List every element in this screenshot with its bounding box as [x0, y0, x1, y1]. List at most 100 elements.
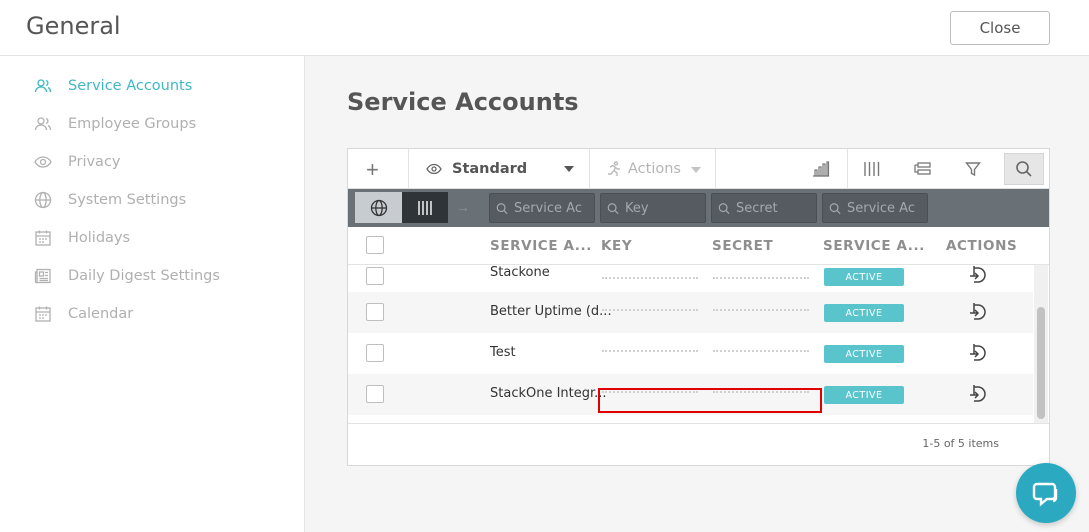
sidebar-item-holidays[interactable]: Holidays — [34, 226, 130, 250]
column-header-key[interactable]: KEY — [601, 238, 632, 254]
chat-button[interactable] — [1016, 463, 1076, 523]
service-account-filter-input[interactable] — [514, 200, 594, 216]
masked-secret — [713, 350, 809, 356]
search-icon — [496, 202, 508, 214]
sidebar-item-label: Calendar — [68, 306, 134, 322]
globe-icon — [370, 199, 388, 217]
columns-icon — [417, 200, 433, 216]
actions-menu[interactable]: Actions — [606, 149, 681, 189]
table-body: Stackone ACTIVE Better Uptime (d... ACTI… — [348, 265, 1033, 423]
grid-toolbar: + Standard Actions — [348, 149, 1049, 189]
sidebar-item-daily-digest-settings[interactable]: Daily Digest Settings — [34, 264, 220, 288]
toolbar-divider — [589, 149, 590, 189]
table-row[interactable]: StackOne Integr... ACTIVE — [348, 374, 1033, 415]
revoke-icon[interactable] — [966, 341, 990, 365]
column-filter-toggle[interactable] — [402, 192, 448, 223]
search-icon — [607, 202, 619, 214]
toolbar-divider — [847, 149, 848, 189]
global-search-toggle[interactable] — [355, 192, 402, 223]
table-header: SERVICE A... KEY SECRET SERVICE A... ACT… — [348, 227, 1049, 265]
group-by-icon[interactable] — [913, 159, 933, 179]
toolbar-divider — [715, 149, 716, 189]
revoke-icon[interactable] — [966, 300, 990, 324]
running-person-icon — [606, 161, 622, 177]
row-checkbox[interactable] — [366, 385, 384, 403]
status-badge: ACTIVE — [824, 268, 904, 286]
columns-icon[interactable] — [862, 159, 882, 179]
secret-filter[interactable] — [711, 193, 817, 223]
sidebar-item-privacy[interactable]: Privacy — [34, 150, 121, 174]
masked-key — [602, 350, 698, 356]
sidebar-item-label: Employee Groups — [68, 116, 197, 132]
filter-bar: → — [348, 189, 1049, 227]
sidebar: Service Accounts Employee Groups Privacy… — [0, 56, 305, 532]
masked-secret — [713, 277, 809, 283]
column-header-service-account[interactable]: SERVICE A... — [490, 238, 592, 254]
search-icon — [1015, 160, 1033, 178]
search-icon — [718, 202, 730, 214]
toolbar-divider — [408, 149, 409, 189]
eye-icon — [34, 153, 52, 171]
table-row[interactable]: Test ACTIVE — [348, 333, 1033, 374]
masked-key — [602, 277, 698, 283]
status-badge: ACTIVE — [824, 304, 904, 322]
service-account-filter[interactable] — [489, 193, 595, 223]
eye-icon — [426, 163, 442, 175]
sidebar-item-label: Privacy — [68, 154, 121, 170]
status-filter[interactable] — [822, 193, 928, 223]
filter-icon[interactable] — [963, 159, 983, 179]
users-icon — [34, 115, 52, 133]
view-selector[interactable]: Standard — [426, 149, 527, 189]
sidebar-item-system-settings[interactable]: System Settings — [34, 188, 186, 212]
arrow-right-icon: → — [456, 199, 470, 215]
calendar-icon — [34, 305, 52, 323]
grid-footer: 1-5 of 5 items — [348, 423, 1049, 465]
service-account-name: Better Uptime (d... — [490, 304, 612, 319]
column-header-actions: ACTIONS — [946, 238, 1018, 254]
key-filter-input[interactable] — [625, 200, 705, 216]
masked-key — [602, 309, 698, 315]
table-row[interactable]: Better Uptime (d... ACTIVE — [348, 292, 1033, 333]
masked-key — [602, 391, 698, 397]
status-badge: ACTIVE — [824, 345, 904, 363]
row-checkbox[interactable] — [366, 344, 384, 362]
table-row[interactable]: Stackone ACTIVE — [348, 265, 1033, 292]
row-checkbox[interactable] — [366, 267, 384, 285]
search-button[interactable] — [1004, 153, 1044, 185]
column-header-secret[interactable]: SECRET — [712, 238, 773, 254]
status-filter-input[interactable] — [847, 200, 927, 216]
service-account-name: Stackone — [490, 265, 550, 280]
users-icon — [34, 77, 52, 95]
top-bar: General Close — [0, 0, 1089, 56]
sidebar-item-label: System Settings — [68, 192, 187, 208]
sidebar-item-service-accounts[interactable]: Service Accounts — [34, 74, 192, 98]
globe-icon — [34, 191, 52, 209]
revoke-icon[interactable] — [966, 265, 990, 287]
close-button[interactable]: Close — [950, 11, 1050, 45]
service-account-name: Test — [490, 345, 516, 360]
sidebar-item-employee-groups[interactable]: Employee Groups — [34, 112, 196, 136]
chart-icon[interactable] — [811, 159, 831, 179]
row-checkbox[interactable] — [366, 303, 384, 321]
add-button[interactable]: + — [366, 157, 379, 183]
status-badge: ACTIVE — [824, 386, 904, 404]
chevron-down-icon — [691, 167, 701, 173]
actions-menu-label: Actions — [628, 161, 681, 177]
sidebar-item-calendar[interactable]: Calendar — [34, 302, 133, 326]
chevron-down-icon[interactable] — [564, 166, 574, 172]
masked-secret — [713, 309, 809, 315]
scrollbar-thumb[interactable] — [1037, 307, 1045, 419]
revoke-icon[interactable] — [966, 382, 990, 406]
sidebar-item-label: Holidays — [68, 230, 131, 246]
service-accounts-grid: + Standard Actions → Service Ac Key Secr… — [347, 148, 1050, 466]
page-header-title: General — [26, 12, 121, 40]
sidebar-item-label: Daily Digest Settings — [68, 268, 220, 284]
secret-filter-input[interactable] — [736, 200, 816, 216]
sidebar-item-label: Service Accounts — [68, 78, 193, 94]
view-selector-label: Standard — [452, 161, 528, 177]
key-filter[interactable] — [600, 193, 706, 223]
select-all-checkbox[interactable] — [366, 236, 384, 254]
column-header-status[interactable]: SERVICE A... — [823, 238, 925, 254]
vertical-scrollbar[interactable] — [1034, 265, 1048, 423]
masked-secret — [713, 391, 809, 397]
